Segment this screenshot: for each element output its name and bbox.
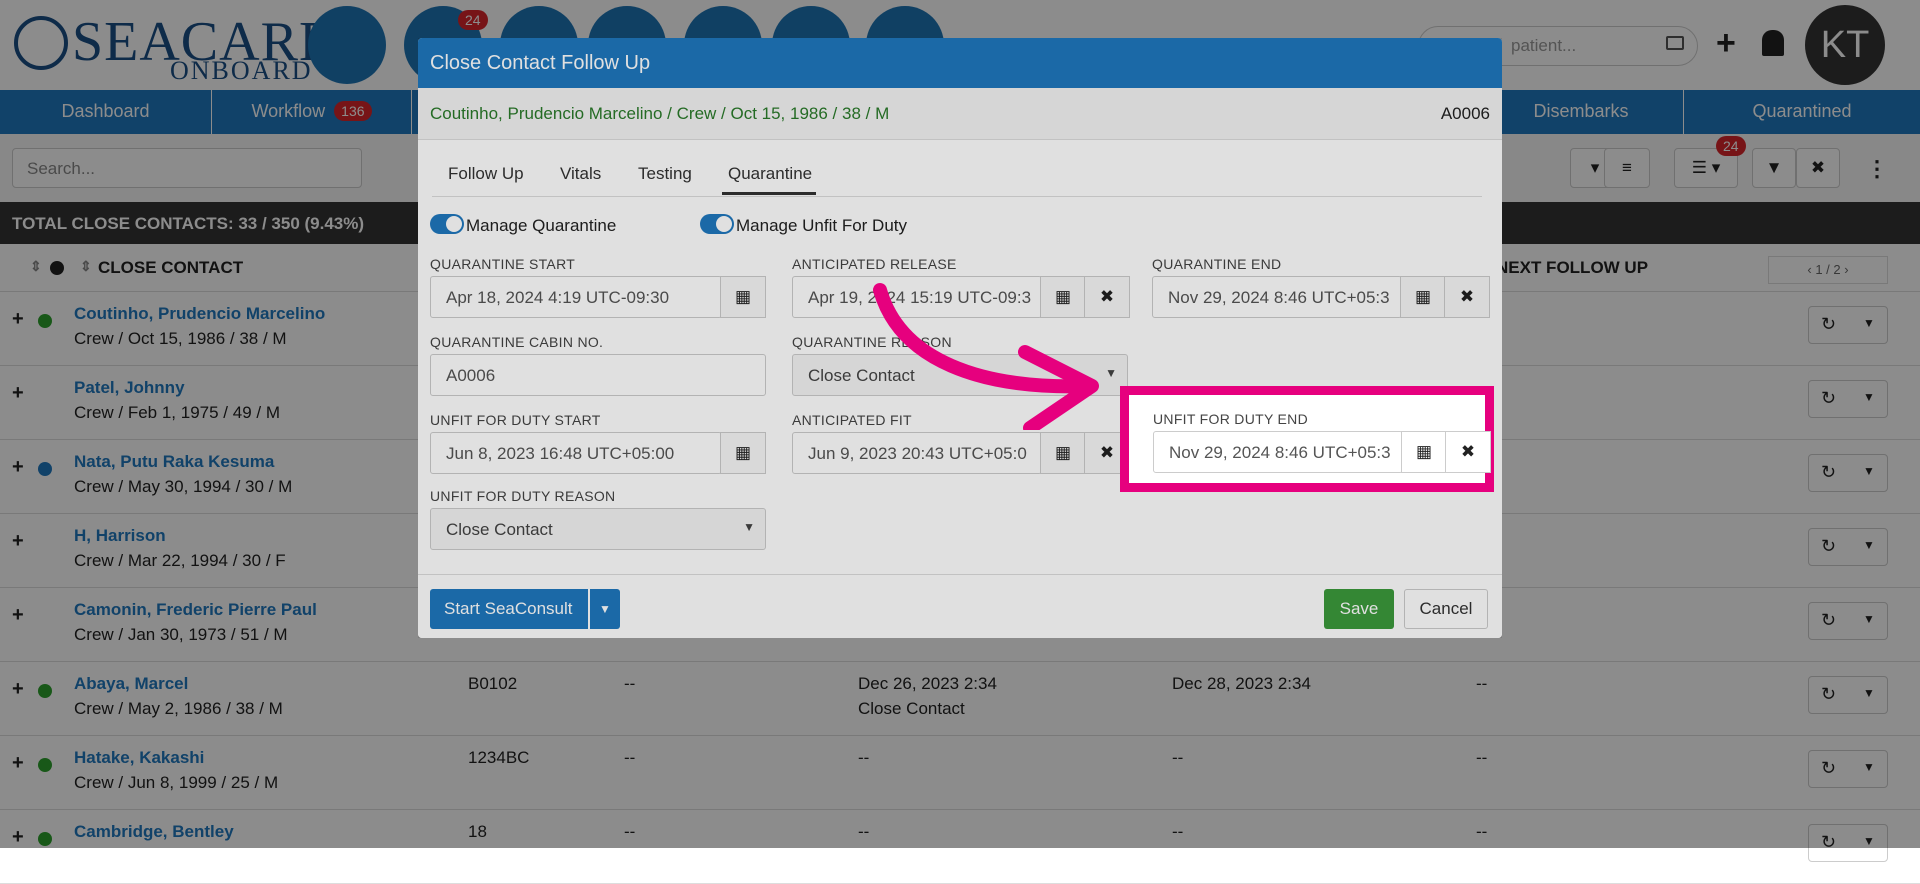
calendar-icon[interactable]: ▦	[720, 276, 766, 318]
calendar-icon[interactable]: ▦	[1401, 431, 1447, 473]
save-button[interactable]: Save	[1324, 589, 1394, 629]
unfit-reason-value: Close Contact	[446, 520, 553, 539]
cabin-label: QUARANTINE CABIN NO.	[430, 334, 604, 350]
tab-vitals[interactable]: Vitals	[560, 164, 601, 184]
modal-footer: Start SeaConsult ▼ Save Cancel	[418, 574, 1502, 638]
calendar-icon[interactable]: ▦	[1040, 432, 1086, 474]
clear-icon[interactable]: ✖	[1445, 431, 1491, 473]
unfit-reason-label: UNFIT FOR DUTY REASON	[430, 488, 616, 504]
tab-divider	[432, 196, 1482, 197]
clear-icon[interactable]: ✖	[1444, 276, 1490, 318]
quarantine-start-input[interactable]: Apr 18, 2024 4:19 UTC-09:30	[430, 276, 722, 318]
quarantine-toggle[interactable]	[430, 214, 464, 234]
quarantine-start-label: QUARANTINE START	[430, 256, 576, 272]
cabin-input[interactable]: A0006	[430, 354, 766, 396]
unfit-reason-select[interactable]: Close Contact ▼	[430, 508, 766, 550]
seaconsult-dropdown-icon[interactable]: ▼	[590, 589, 620, 629]
unfit-end-highlight: UNFIT FOR DUTY END Nov 29, 2024 8:46 UTC…	[1120, 386, 1494, 492]
patient-id: A0006	[1440, 104, 1490, 123]
tab-follow-up[interactable]: Follow Up	[448, 164, 524, 184]
cancel-button[interactable]: Cancel	[1404, 589, 1488, 629]
unfit-start-label: UNFIT FOR DUTY START	[430, 412, 601, 428]
quarantine-end-input[interactable]: Nov 29, 2024 8:46 UTC+05:3	[1152, 276, 1402, 318]
anticipated-release-label: ANTICIPATED RELEASE	[792, 256, 957, 272]
patient-bar: Coutinho, Prudencio Marcelino / Crew / O…	[418, 88, 1502, 140]
tab-testing[interactable]: Testing	[638, 164, 692, 184]
active-tab-underline	[722, 192, 816, 195]
calendar-icon[interactable]: ▦	[720, 432, 766, 474]
chevron-down-icon: ▼	[743, 520, 755, 534]
annotation-arrow-icon	[873, 283, 1099, 430]
unfit-end-input[interactable]: Nov 29, 2024 8:46 UTC+05:3	[1153, 431, 1403, 473]
quarantine-toggle-label: Manage Quarantine	[466, 216, 617, 235]
unfit-toggle-label: Manage Unfit For Duty	[736, 216, 908, 235]
unfit-toggle[interactable]	[700, 214, 734, 234]
unfit-start-input[interactable]: Jun 8, 2023 16:48 UTC+05:00	[430, 432, 722, 474]
unfit-end-label: UNFIT FOR DUTY END	[1153, 411, 1308, 427]
quarantine-end-label: QUARANTINE END	[1152, 256, 1282, 272]
calendar-icon[interactable]: ▦	[1400, 276, 1446, 318]
modal-title: Close Contact Follow Up	[418, 38, 1502, 88]
patient-info: Coutinho, Prudencio Marcelino / Crew / O…	[430, 104, 890, 123]
tab-quarantine[interactable]: Quarantine	[728, 164, 812, 184]
anticipated-fit-input[interactable]: Jun 9, 2023 20:43 UTC+05:0	[792, 432, 1042, 474]
start-seaconsult-button[interactable]: Start SeaConsult	[430, 589, 588, 629]
